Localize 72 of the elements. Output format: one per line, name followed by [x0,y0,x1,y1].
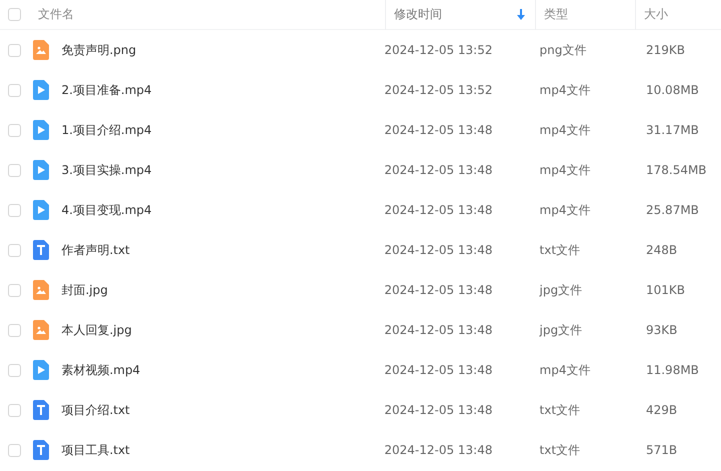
file-name[interactable]: 1.项目介绍.mp4 [61,122,152,138]
text-file-icon [33,240,50,260]
file-size: 178.54MB [646,163,707,177]
checkbox[interactable] [8,164,21,176]
file-type: mp4文件 [540,162,590,176]
file-size: 101KB [646,283,685,297]
modified-time: 2024-12-05 13:48 [384,363,492,377]
file-type: mp4文件 [540,202,590,216]
image-file-icon [33,280,50,300]
video-file-icon [33,200,50,220]
text-file-icon [33,400,50,420]
file-type: mp4文件 [540,82,590,96]
file-size: 25.87MB [646,203,699,217]
file-type: txt文件 [540,402,580,416]
image-file-icon [33,320,50,340]
file-size: 219KB [646,43,685,57]
file-name[interactable]: 3.项目实操.mp4 [61,162,152,178]
video-file-icon [33,160,50,180]
modified-time: 2024-12-05 13:48 [384,163,492,177]
file-size: 248B [646,243,678,257]
file-type: jpg文件 [540,282,582,296]
file-size: 429B [646,403,678,417]
video-file-icon [33,80,50,100]
column-header[interactable]: 类型 [544,6,568,23]
file-type: jpg文件 [540,322,582,336]
file-type: mp4文件 [540,122,590,136]
file-name[interactable]: 素材视频.mp4 [61,362,140,378]
file-type: txt文件 [540,442,580,456]
file-name[interactable]: 作者声明.txt [61,242,130,258]
file-name[interactable]: 项目介绍.txt [61,402,130,418]
modified-time: 2024-12-05 13:48 [384,243,492,257]
image-file-icon [33,40,50,60]
file-type: txt文件 [540,242,580,256]
checkbox[interactable] [8,8,21,21]
modified-time: 2024-12-05 13:48 [384,203,492,217]
video-file-icon [33,120,50,140]
file-size: 11.98MB [646,363,699,377]
modified-time: 2024-12-05 13:48 [384,123,492,137]
text-file-icon [33,440,50,460]
column-header[interactable]: 修改时间 [394,6,442,23]
file-name[interactable]: 封面.jpg [61,282,108,298]
checkbox[interactable] [8,444,21,456]
file-size: 571B [646,443,678,457]
modified-time: 2024-12-05 13:48 [384,443,492,457]
file-name[interactable]: 2.项目准备.mp4 [61,82,152,98]
checkbox[interactable] [8,284,21,296]
video-file-icon [33,360,50,380]
file-size: 93KB [646,323,678,337]
checkbox[interactable] [8,204,21,216]
file-name[interactable]: 免责声明.png [61,42,136,58]
column-header[interactable]: 大小 [644,6,668,23]
file-type: mp4文件 [540,362,590,376]
modified-time: 2024-12-05 13:48 [384,283,492,297]
column-header[interactable]: 文件名 [38,6,74,23]
file-name[interactable]: 项目工具.txt [61,442,130,458]
file-size: 31.17MB [646,123,699,137]
file-name[interactable]: 本人回复.jpg [61,322,132,338]
modified-time: 2024-12-05 13:48 [384,403,492,417]
checkbox[interactable] [8,364,21,376]
file-type: png文件 [540,42,586,56]
checkbox[interactable] [8,84,21,96]
modified-time: 2024-12-05 13:52 [384,83,492,97]
checkbox[interactable] [8,404,21,416]
checkbox[interactable] [8,324,21,336]
checkbox[interactable] [8,44,21,56]
file-size: 10.08MB [646,83,699,97]
checkbox[interactable] [8,244,21,256]
file-name[interactable]: 4.项目变现.mp4 [61,202,152,218]
sort-arrow-icon[interactable] [517,9,525,20]
modified-time: 2024-12-05 13:52 [384,43,492,57]
modified-time: 2024-12-05 13:48 [384,323,492,337]
checkbox[interactable] [8,124,21,136]
